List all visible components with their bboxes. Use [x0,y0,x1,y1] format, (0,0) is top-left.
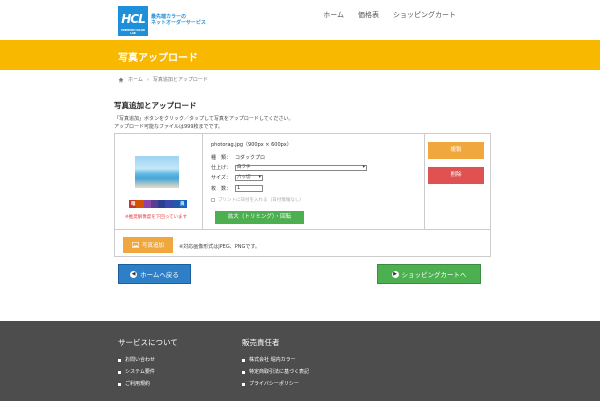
upload-card: 暗 良 ※推奨解像度を下回っています photorag.jpg（900px × … [114,133,491,257]
bullet-icon [242,370,245,374]
bullet-icon [242,382,245,386]
size-label: サイズ： [211,175,231,181]
photo-preview-cell: 暗 良 ※推奨解像度を下回っています [115,134,203,230]
logo-tagline: 最先端カラーの ネットオーダーサービス [151,14,206,26]
trim-rotate-button[interactable]: 拡大（トリミング）・回転 [215,211,304,224]
home-icon [118,77,124,82]
palette-swatch [136,200,144,208]
back-home-label: ホームへ戻る [140,271,179,279]
size-select[interactable]: 六ッ切 [235,174,263,181]
footer-link-requirements[interactable]: システム要件 [118,366,178,378]
back-home-button[interactable]: ◀ ホームへ戻る [118,264,191,284]
arrow-left-icon: ◀ [130,270,138,278]
to-cart-button[interactable]: ▶ ショッピングカートへ [377,264,481,284]
breadcrumb-home[interactable]: ホーム [128,76,143,83]
date-checkbox-label: プリントに日付を入れる [218,198,268,203]
delete-button[interactable]: 削除 [428,167,484,184]
add-photo-label: 写真追加 [141,243,164,249]
footer-link-label: システム要件 [125,369,155,375]
add-photo-button[interactable]: 写真追加 [123,237,173,253]
site-logo[interactable]: HCL PREMIUM COLOR LAB 最先端カラーの ネットオーダーサービ… [118,6,212,36]
breadcrumb-current: 写真追加とアップロード [152,77,208,83]
footer-seller-title: 販売責任者 [242,338,280,347]
page-title: 写真アップロード [118,53,198,64]
footer-link-company[interactable]: 株式会社 堀内カラー [242,354,309,366]
size-row: サイズ： 六ッ切 [211,174,263,181]
type-row: 種 類： コダックプロ [211,154,265,161]
section-description: 「写真追加」ボタンをクリック／タップして写真をアップロードしてください。 アップ… [114,115,294,131]
breadcrumb-separator: › [146,76,149,83]
logo-mark: HCL PREMIUM COLOR LAB [118,6,148,36]
photo-options-cell: photorag.jpg（900px × 600px） 種 類： コダックプロ … [203,134,425,230]
site-header: HCL PREMIUM COLOR LAB 最先端カラーの ネットオーダーサービ… [0,0,600,40]
palette-swatch [172,200,180,208]
palette-swatch [143,200,151,208]
arrow-right-icon: ▶ [391,270,399,278]
type-label: 種 類： [211,155,232,161]
logo-subtext: PREMIUM COLOR LAB [121,29,145,35]
bullet-icon [118,358,121,362]
nav-shopping-cart[interactable]: ショッピングカート [393,10,456,20]
image-icon [131,242,139,248]
footer-service-column: サービスについて お問い合わせ システム要件 ご利用規約 [118,337,178,390]
footer-link-tokushoho[interactable]: 特定商取引法に基づく表記 [242,366,309,378]
bullet-icon [118,370,121,374]
type-value: コダックプロ [235,155,266,161]
finish-label: 仕上げ： [211,165,232,171]
main-nav: ホーム 価格表 ショッピングカート [323,10,456,20]
footer-link-label: プライバシーポリシー [249,381,299,387]
tagline-line2: ネットオーダーサービス [151,20,206,26]
footer-link-label: 株式会社 堀内カラー [249,357,296,363]
footer-link-terms[interactable]: ご利用規約 [118,378,178,390]
qty-label: 枚 数： [211,186,232,192]
resolution-palette [129,200,187,208]
date-note: (日付情報なし) [270,198,302,203]
logo-text: HCL [121,12,145,26]
description-line1: 「写真追加」ボタンをクリック／タップして写真をアップロードしてください。 [114,116,294,122]
palette-label-good: 良 [180,202,185,207]
duplicate-button[interactable]: 複製 [428,142,484,159]
bullet-icon [118,382,121,386]
finish-select[interactable]: 白フチ [235,164,367,171]
footer-link-label: お問い合わせ [125,357,156,363]
photo-item-row: 暗 良 ※推奨解像度を下回っています photorag.jpg（900px × … [115,134,490,230]
title-band: 写真アップロード [0,40,600,70]
file-name: photorag.jpg（900px × 600px） [211,142,292,148]
footer-link-label: 特定商取引法に基づく表記 [249,369,310,375]
resolution-warning: ※推奨解像度を下回っています [125,215,188,220]
description-line2: アップロード可能なファイルは999枚までです。 [114,124,224,130]
nav-home[interactable]: ホーム [323,10,344,20]
footer-link-label: ご利用規約 [125,381,151,387]
palette-label-dark: 暗 [131,202,136,207]
section-title: 写真追加とアップロード [114,101,197,110]
breadcrumb: ホーム › 写真追加とアップロード [118,76,208,83]
qty-row: 枚 数： 1 [211,185,263,192]
format-note: ※対応画像形式はJPEG、PNGです。 [179,244,260,250]
palette-swatch [150,200,158,208]
footer-link-privacy[interactable]: プライバシーポリシー [242,378,309,390]
bullet-icon [242,358,245,362]
qty-input[interactable]: 1 [235,185,263,192]
palette-swatch [158,200,166,208]
finish-row: 仕上げ： 白フチ [211,164,367,171]
site-footer: サービスについて お問い合わせ システム要件 ご利用規約 販売責任者 株式会社 … [0,321,600,401]
nav-price-list[interactable]: 価格表 [358,10,379,20]
date-checkbox[interactable] [211,198,215,202]
footer-service-title: サービスについて [118,338,178,347]
footer-seller-column: 販売責任者 株式会社 堀内カラー 特定商取引法に基づく表記 プライバシーポリシー [242,337,309,390]
date-option: プリントに日付を入れる (日付情報なし) [211,197,301,203]
to-cart-label: ショッピングカートへ [401,271,467,279]
footer-link-contact[interactable]: お問い合わせ [118,354,178,366]
palette-swatch [165,200,173,208]
photo-thumbnail[interactable] [135,156,179,188]
